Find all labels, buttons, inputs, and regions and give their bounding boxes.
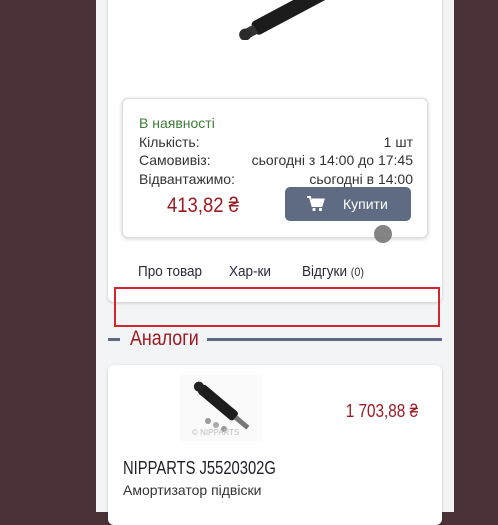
shipment-label: Відвантажимо: <box>139 171 235 187</box>
analog-card[interactable]: © NIPPARTS 1 703,88 ₴ NIPPARTS J5520302G… <box>108 365 442 525</box>
analog-description: Амортизатор підвіски <box>123 482 262 498</box>
shock-absorber-image <box>239 0 336 40</box>
cursor-indicator <box>374 225 392 243</box>
availability-status: В наявності <box>139 115 215 131</box>
analog-price: 1 703,88 ₴ <box>345 401 418 421</box>
analogs-title: Аналоги <box>130 327 199 350</box>
tab-specs[interactable]: Хар-ки <box>229 263 271 280</box>
product-price: 413,82 ₴ <box>167 194 239 217</box>
reviews-count: (0) <box>350 265 364 279</box>
buy-button[interactable]: Купити <box>285 187 411 221</box>
pickup-label: Самовивіз: <box>139 152 211 168</box>
section-divider-left <box>108 338 120 341</box>
pickup-value: сьогодні з 14:00 до 17:45 <box>251 152 413 168</box>
section-divider-right <box>207 338 442 341</box>
tab-specs-label: Хар-ки <box>229 263 271 280</box>
shipment-value: сьогодні в 14:00 <box>309 171 413 187</box>
tab-reviews-label: Відгуки <box>302 263 348 280</box>
tab-about-label: Про товар <box>138 263 203 280</box>
tab-reviews[interactable]: Відгуки (0) <box>302 263 364 280</box>
highlight-frame <box>114 287 440 327</box>
image-watermark: © NIPPARTS <box>192 428 239 437</box>
quantity-value: 1 шт <box>383 134 413 150</box>
analog-name[interactable]: NIPPARTS J5520302G <box>123 458 276 479</box>
cart-icon <box>307 196 325 212</box>
quantity-label: Кількість: <box>139 134 200 150</box>
stock-panel: В наявності Кількість: 1 шт Самовивіз: с… <box>122 98 428 238</box>
analog-product-image[interactable]: © NIPPARTS <box>180 375 262 441</box>
tab-about[interactable]: Про товар <box>138 263 202 280</box>
buy-button-label: Купити <box>343 196 388 212</box>
